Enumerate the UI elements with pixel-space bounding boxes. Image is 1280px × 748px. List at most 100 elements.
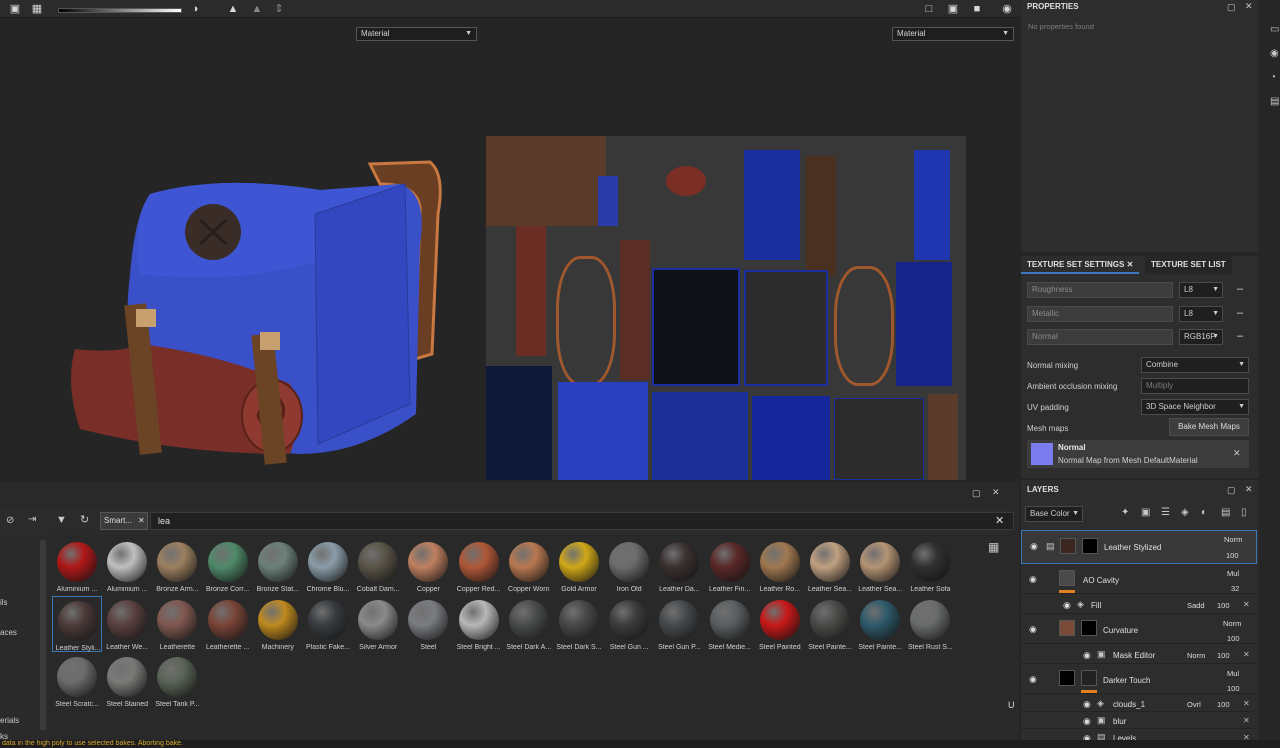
material-thumbnail[interactable]: Steel Tank P... <box>152 653 202 709</box>
channel-format-select[interactable]: RGB16F ▼ <box>1179 329 1223 345</box>
remove-channel-button[interactable]: – <box>1237 282 1245 298</box>
material-thumbnail[interactable]: Steel Stained <box>102 653 152 709</box>
normal-mixing-select[interactable]: Combine ▼ <box>1141 357 1249 373</box>
close-icon[interactable]: ✕ <box>1243 699 1250 708</box>
visibility-eye-icon[interactable]: ◉ <box>1063 600 1073 610</box>
grid-view-icon[interactable]: ▦ <box>988 540 999 554</box>
material-thumbnail[interactable]: Silver Armor <box>353 596 403 652</box>
undock-icon[interactable]: ▢ <box>1227 2 1236 13</box>
material-thumbnail[interactable]: Steel Scratc... <box>52 653 102 709</box>
material-thumbnail[interactable]: Leather Ro... <box>755 538 805 594</box>
material-thumbnail[interactable]: Bronze Stat... <box>253 538 303 594</box>
material-thumbnail[interactable]: Leather Fin... <box>705 538 755 594</box>
log-icon[interactable]: ▤ <box>1270 96 1279 107</box>
close-icon[interactable]: ✕ <box>138 513 145 529</box>
history-icon[interactable]: ◔ <box>1270 72 1276 83</box>
category-item[interactable]: aces <box>0 628 17 637</box>
blend-mode[interactable]: Sadd <box>1187 601 1205 610</box>
material-thumbnail[interactable]: Steel <box>403 596 453 652</box>
material-thumbnail[interactable]: Steel Bright ... <box>454 596 504 652</box>
channel-name[interactable]: Roughness <box>1027 282 1173 298</box>
sub-layer-row[interactable]: ◉ ▣ blur ✕ <box>1021 713 1257 729</box>
material-thumbnail[interactable]: Copper <box>403 538 453 594</box>
material-thumbnail[interactable]: Leatherette <box>152 596 202 652</box>
visibility-eye-icon[interactable]: ◉ <box>1083 650 1093 660</box>
material-thumbnail[interactable]: Cobalt Dam... <box>353 538 403 594</box>
material-thumbnail[interactable]: Machinery <box>253 596 303 652</box>
close-icon[interactable]: ✕ <box>1243 600 1250 609</box>
material-thumbnail[interactable]: Iron Old <box>604 538 654 594</box>
channel-format-select[interactable]: L8 ▼ <box>1179 306 1223 322</box>
undock-icon[interactable]: ▢ <box>1227 485 1236 496</box>
exposure-slider[interactable] <box>58 8 182 13</box>
environment-icon[interactable]: ▲ <box>250 2 264 16</box>
display-cube-icon[interactable]: ▣ <box>946 2 960 16</box>
material-thumbnail[interactable]: Steel Medie... <box>705 596 755 652</box>
layer-opacity[interactable]: 32 <box>1231 584 1239 593</box>
material-thumbnail[interactable]: Leather Sea... <box>805 538 855 594</box>
material-thumbnail[interactable]: Steel Painte... <box>855 596 905 652</box>
delete-layer-icon[interactable]: ▯ <box>1241 507 1247 518</box>
tab-texture-set-list[interactable]: TEXTURE SET LIST <box>1145 256 1232 274</box>
display-settings-icon[interactable]: ▭ <box>1270 24 1279 35</box>
material-thumbnail[interactable]: Aluminium ... <box>102 538 152 594</box>
shader-settings-icon[interactable]: ◉ <box>1270 48 1279 59</box>
close-icon[interactable]: ✕ <box>1127 260 1134 269</box>
layer-opacity[interactable]: 100 <box>1227 684 1240 693</box>
material-thumbnail[interactable]: Steel Gun ... <box>604 596 654 652</box>
viewport-3d[interactable]: Material ▼ <box>0 24 483 480</box>
blend-mode[interactable]: Mul <box>1227 669 1239 678</box>
layer-opacity[interactable]: 100 <box>1227 634 1240 643</box>
layer-opacity[interactable]: 100 <box>1217 651 1230 660</box>
remove-channel-button[interactable]: – <box>1237 306 1245 322</box>
shelf-scrollbar[interactable] <box>40 540 46 730</box>
material-thumbnail[interactable]: Steel Gun P... <box>654 596 704 652</box>
visibility-eye-icon[interactable]: ◉ <box>1029 574 1039 584</box>
channel-name[interactable]: Normal <box>1027 329 1173 345</box>
viewport-2d-channel-select[interactable]: Material ▼ <box>892 27 1014 41</box>
sub-layer-row[interactable]: ◉ ◈ Fill Sadd 100 ✕ <box>1021 596 1257 614</box>
sub-layer-row[interactable]: ◉ ◈ clouds_1 Ovrl 100 ✕ <box>1021 696 1257 712</box>
add-folder-icon[interactable]: ▤ <box>1221 507 1230 518</box>
material-thumbnail[interactable]: Leatherette ... <box>203 596 253 652</box>
category-item[interactable]: ils <box>0 598 8 607</box>
add-effect-icon[interactable]: ✦ <box>1121 507 1129 518</box>
add-fill-layer-icon[interactable]: ◈ <box>1181 507 1189 518</box>
close-icon[interactable]: ✕ <box>1245 484 1253 495</box>
close-icon[interactable]: ✕ <box>1243 716 1250 725</box>
remove-channel-button[interactable]: – <box>1237 329 1245 345</box>
visibility-eye-icon[interactable]: ◉ <box>1030 541 1040 551</box>
hide-icon[interactable]: ⊘ <box>6 515 14 526</box>
ao-mixing-select[interactable]: Multiply <box>1141 378 1249 394</box>
material-thumbnail[interactable]: Leather We... <box>102 596 152 652</box>
layer-row[interactable]: ◉ AO Cavity Mul 32 <box>1021 566 1257 594</box>
uv-padding-select[interactable]: 3D Space Neighbor ▼ <box>1141 399 1249 415</box>
refresh-icon[interactable]: ↻ <box>80 513 89 526</box>
tab-texture-set-settings[interactable]: TEXTURE SET SETTINGS ✕ <box>1021 256 1140 274</box>
mountain-icon[interactable]: ▲ <box>226 2 240 16</box>
material-thumbnail[interactable]: Steel Painted <box>755 596 805 652</box>
layer-opacity[interactable]: 100 <box>1217 700 1230 709</box>
close-icon[interactable]: ✕ <box>992 487 1000 498</box>
channel-name[interactable]: Metallic <box>1027 306 1173 322</box>
cube-icon[interactable]: ▣ <box>8 2 22 16</box>
material-thumbnail[interactable]: Copper Red... <box>454 538 504 594</box>
layer-row[interactable]: ◉ ▤ Leather Stylized Norm 100 <box>1021 530 1257 564</box>
channel-format-select[interactable]: L8 ▼ <box>1179 282 1223 298</box>
material-thumbnail[interactable]: Plastic Fake... <box>303 596 353 652</box>
layer-opacity[interactable]: 100 <box>1217 601 1230 610</box>
sub-layer-row[interactable]: ◉ ▣ Mask Editor Norm 100 ✕ <box>1021 646 1257 664</box>
blend-mode[interactable]: Norm <box>1187 651 1205 660</box>
material-thumbnail[interactable]: Steel Rust S... <box>905 596 955 652</box>
material-thumbnail[interactable]: Leather Sofa <box>905 538 955 594</box>
layer-opacity[interactable]: 100 <box>1226 551 1239 560</box>
visibility-eye-icon[interactable]: ◉ <box>1083 699 1093 709</box>
layer-row[interactable]: ◉ Curvature Norm 100 <box>1021 616 1257 644</box>
layers-channel-select[interactable]: Base Color ▼ <box>1025 506 1083 522</box>
filter-icon[interactable]: ▼ <box>56 514 67 526</box>
close-icon[interactable]: ✕ <box>1243 650 1250 659</box>
viewport-3d-channel-select[interactable]: Material ▼ <box>356 27 477 41</box>
layer-row[interactable]: ◉ Darker Touch Mul 100 <box>1021 666 1257 694</box>
material-thumbnail[interactable]: Aluminium ... <box>52 538 102 594</box>
screenshot-camera-icon[interactable]: ◉ <box>1000 2 1014 16</box>
